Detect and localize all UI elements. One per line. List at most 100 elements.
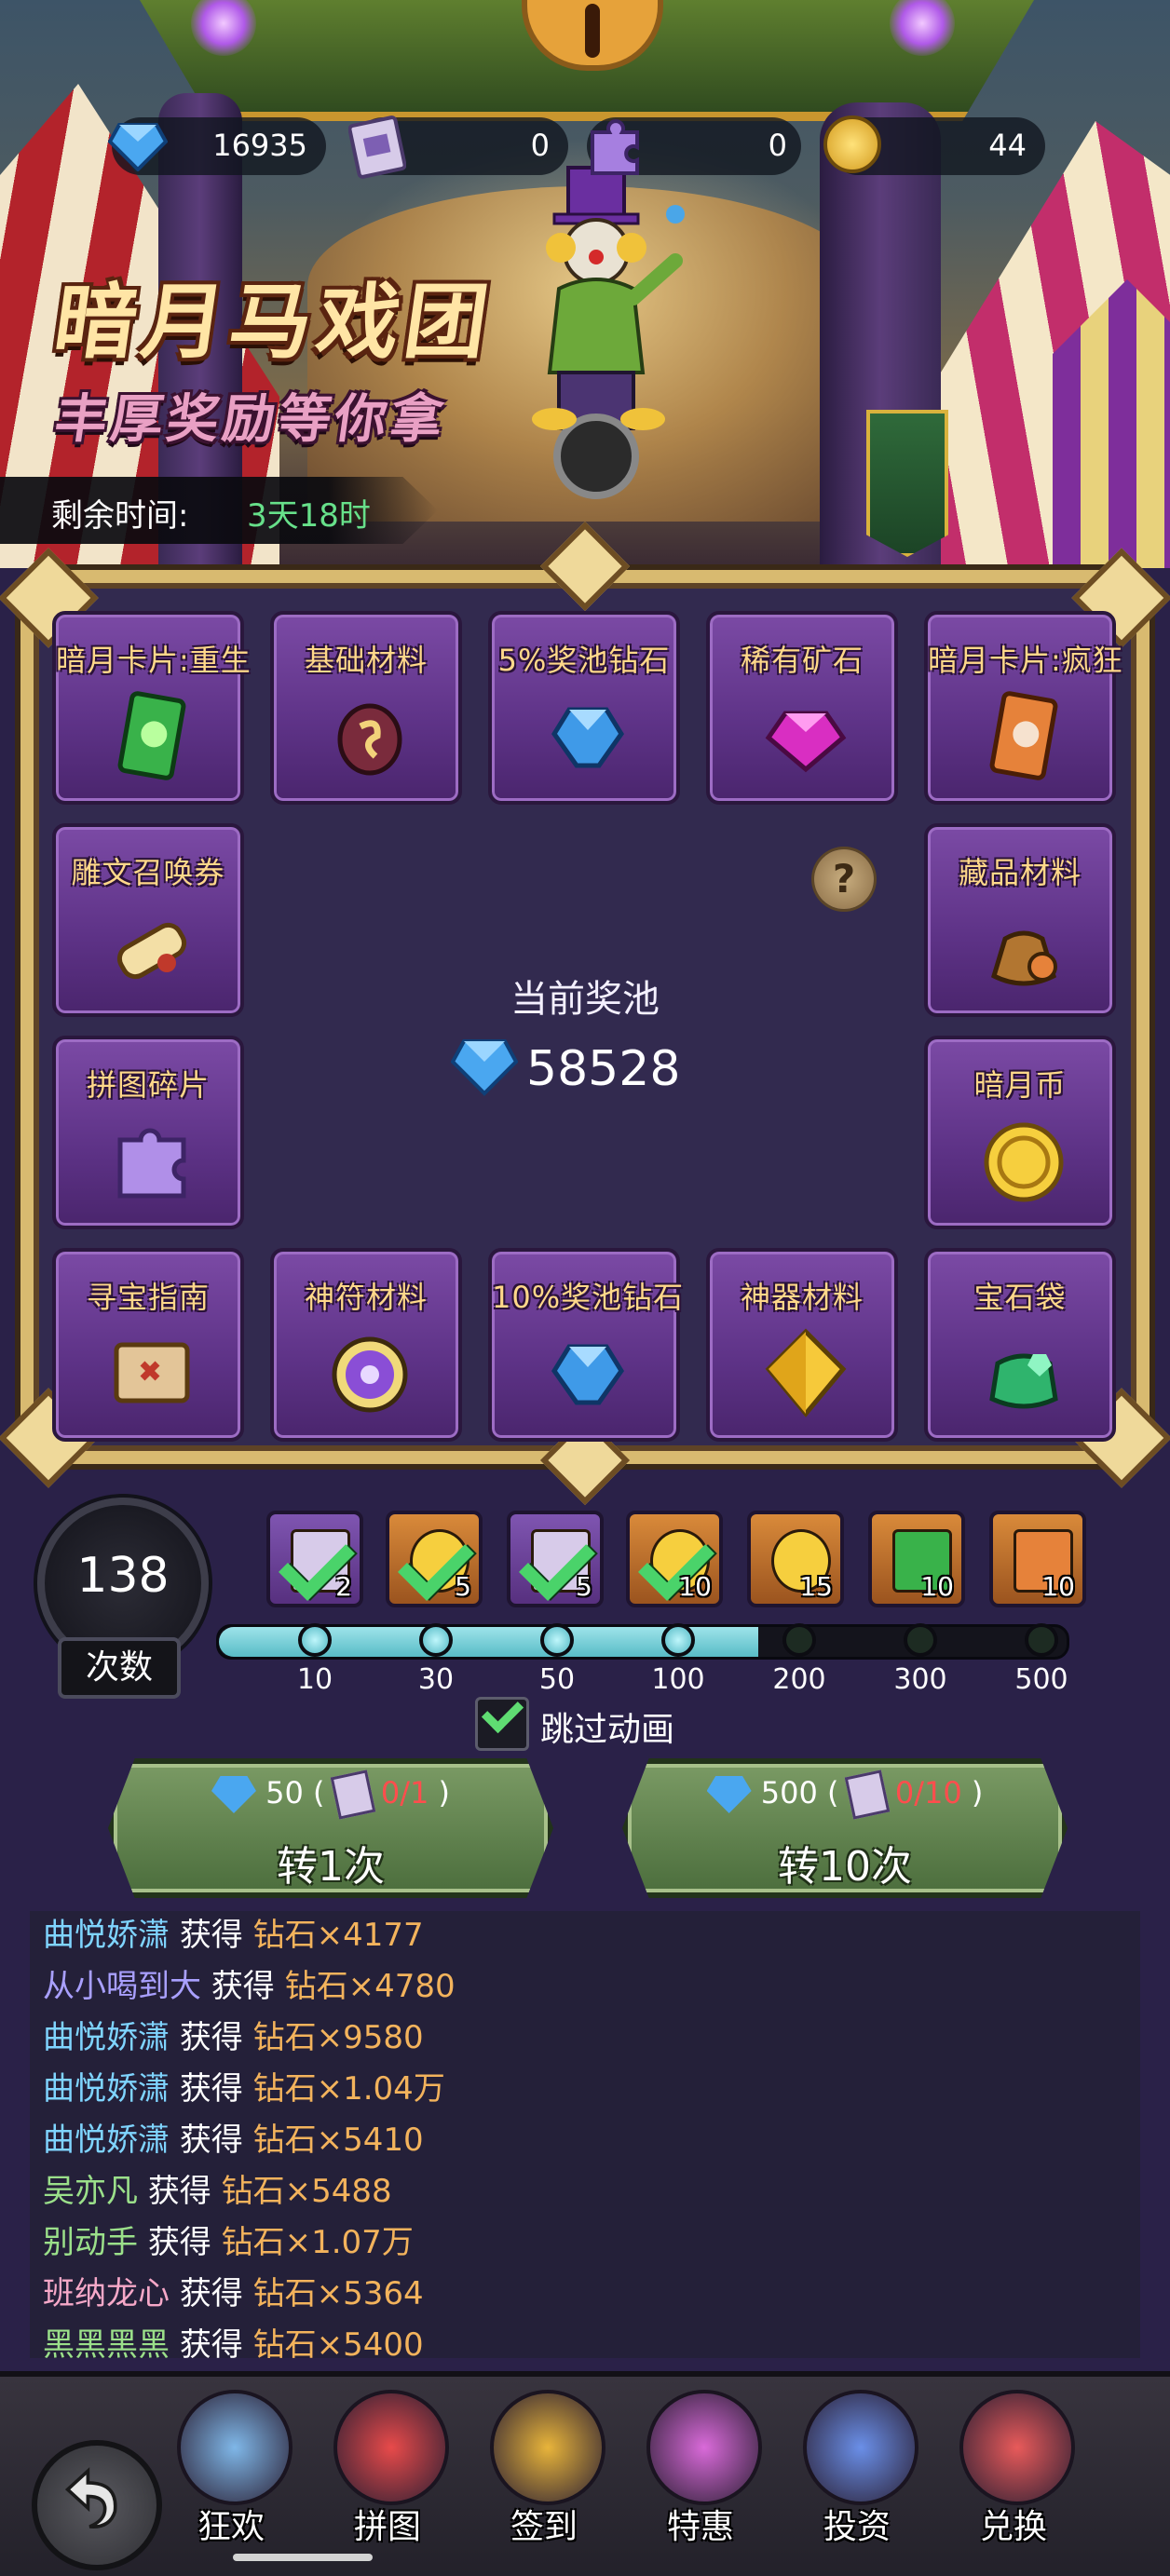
- log-item: 钻石×4780: [284, 1968, 456, 2005]
- player-name: 黑黑黑黑: [43, 2326, 170, 2364]
- event-subtitle: 丰厚奖励等你拿: [50, 389, 451, 450]
- prize-cell[interactable]: 雕文召唤券: [52, 823, 244, 1017]
- help-button[interactable]: ?: [814, 849, 874, 909]
- prize-cell[interactable]: 拼图碎片: [52, 1036, 244, 1229]
- prize-label: 5%奖池钻石: [497, 643, 671, 678]
- prize-cell[interactable]: 宝石袋: [924, 1248, 1116, 1442]
- log-action: 获得: [179, 2275, 243, 2312]
- pink-gem-icon: [765, 711, 847, 773]
- prize-cell[interactable]: 10%奖池钻石: [488, 1248, 683, 1442]
- prize-cell[interactable]: 寻宝指南: [52, 1248, 244, 1442]
- nav-tab[interactable]: 兑换: [939, 2379, 1088, 2565]
- log-item: 钻石×5410: [252, 2122, 424, 2159]
- active-tab-indicator: [233, 2554, 373, 2561]
- rune-stone-icon: [337, 703, 402, 776]
- prize-cell[interactable]: 稀有矿石: [706, 611, 898, 805]
- prize-cell[interactable]: 暗月币: [924, 1036, 1116, 1229]
- log-action: 获得: [179, 2326, 243, 2364]
- milestone-reward[interactable]: 10: [989, 1511, 1086, 1607]
- milestone-node: [298, 1623, 332, 1657]
- spin-ten-button[interactable]: 500 ( 0/10 ) 转10次: [622, 1758, 1068, 1898]
- player-name: 曲悦娇潇: [43, 2070, 170, 2108]
- winner-log: 曲悦娇潇 获得 钻石×4177 从小喝到大 获得 钻石×4780 曲悦娇潇 获得 钻…: [30, 1909, 1140, 2364]
- pouch-icon: [991, 930, 1057, 986]
- log-row: 曲悦娇潇 获得 钻石×4177: [43, 1909, 424, 1955]
- prize-cell[interactable]: 5%奖池钻石: [488, 611, 680, 805]
- log-action: 获得: [179, 2122, 243, 2159]
- reward-count: 15: [799, 1571, 833, 1602]
- puzzle-piece-icon: [591, 119, 639, 175]
- scroll-icon: [116, 922, 187, 980]
- prize-cell[interactable]: 暗月卡片:疯狂: [924, 611, 1123, 805]
- milestone-reward[interactable]: 5: [507, 1511, 604, 1607]
- prize-cell[interactable]: 神符材料: [270, 1248, 462, 1442]
- prize-label: 基础材料: [304, 643, 428, 678]
- log-item: 钻石×1.04万: [252, 2070, 445, 2108]
- milestone-label: 100: [651, 1663, 705, 1696]
- spin-once-cost: 50 ( 0/1 ): [108, 1769, 553, 1820]
- log-item: 钻石×9580: [252, 2019, 424, 2056]
- cost-value: 50: [265, 1775, 304, 1810]
- log-action: 获得: [211, 1968, 275, 2005]
- reward-count: 10: [920, 1571, 954, 1602]
- milestone-node: [661, 1623, 695, 1657]
- gold-coin-icon: [984, 1122, 1064, 1202]
- blue-diamond-icon: [551, 707, 624, 768]
- balloons-icon: [646, 2390, 762, 2505]
- back-arrow-icon: [64, 2467, 117, 2529]
- reward-count: 10: [678, 1571, 712, 1602]
- spin-once-button[interactable]: 50 ( 0/1 ) 转1次: [108, 1758, 553, 1898]
- green-gem-bag-icon: [989, 1353, 1058, 1409]
- milestone-reward[interactable]: 10: [626, 1511, 723, 1607]
- milestone-reward[interactable]: 15: [747, 1511, 844, 1607]
- milestone-label: 30: [417, 1663, 455, 1696]
- player-name: 班纳龙心: [43, 2275, 170, 2312]
- diamond-icon: [706, 1776, 752, 1813]
- diamond-icon: [451, 1039, 518, 1096]
- log-action: 获得: [179, 2070, 243, 2108]
- milestone-label: 300: [893, 1663, 947, 1696]
- player-name: 从小喝到大: [43, 1968, 201, 2005]
- milestone-reward[interactable]: 10: [868, 1511, 965, 1607]
- nav-tab[interactable]: 狂欢: [156, 2379, 306, 2565]
- nav-tab[interactable]: 投资: [782, 2379, 932, 2565]
- prize-label: 暗月卡片:疯狂: [928, 643, 1123, 678]
- log-action: 获得: [179, 2019, 243, 2056]
- ferris-wheel-icon: [177, 2390, 292, 2505]
- spin-once-label: 转1次: [277, 1843, 385, 1891]
- jester-cards-icon: [803, 2390, 918, 2505]
- prize-cell[interactable]: 暗月卡片:重生: [52, 611, 252, 805]
- back-button[interactable]: [32, 2440, 162, 2570]
- prize-label: 雕文召唤券: [71, 855, 225, 890]
- pool-value: 58528: [526, 1041, 681, 1097]
- player-name: 曲悦娇潇: [43, 1917, 170, 1954]
- prize-label: 拼图碎片: [86, 1067, 210, 1103]
- milestone-node: [782, 1623, 816, 1657]
- nav-tab[interactable]: 签到: [469, 2379, 619, 2565]
- milestone-reward[interactable]: 5: [386, 1511, 483, 1607]
- pool-label: 当前奖池: [510, 978, 660, 1021]
- timer-value: 3天18时: [247, 497, 371, 535]
- event-title: 暗月马戏团: [48, 274, 500, 370]
- player-name: 曲悦娇潇: [43, 2019, 170, 2056]
- milestone-reward[interactable]: 2: [266, 1511, 363, 1607]
- prize-label: 暗月卡片:重生: [56, 643, 252, 678]
- spin-ten-label: 转10次: [778, 1843, 912, 1891]
- nav-tab[interactable]: 拼图: [313, 2379, 462, 2565]
- spin-count-label: 次数: [58, 1637, 181, 1699]
- log-item: 钻石×5364: [252, 2275, 424, 2312]
- prize-cell[interactable]: 神器材料: [706, 1248, 898, 1442]
- player-name: 吴亦凡: [43, 2173, 138, 2210]
- prize-cell[interactable]: 基础材料: [270, 611, 462, 805]
- nav-tab[interactable]: 特惠: [626, 2379, 775, 2565]
- reward-count: 5: [576, 1571, 592, 1602]
- log-item: 钻石×5400: [252, 2326, 424, 2364]
- log-row: 黑黑黑黑 获得 钻石×5400: [43, 2319, 424, 2365]
- prize-label: 稀有矿石: [740, 643, 864, 678]
- ticket-requirement: 0/10: [894, 1775, 962, 1810]
- milestone-node: [419, 1623, 453, 1657]
- prize-cell[interactable]: 藏品材料: [924, 823, 1116, 1017]
- skip-animation-label[interactable]: 跳过动画: [540, 1702, 674, 1751]
- jack-in-box-icon: [490, 2390, 605, 2505]
- milestone-label: 500: [1014, 1663, 1068, 1696]
